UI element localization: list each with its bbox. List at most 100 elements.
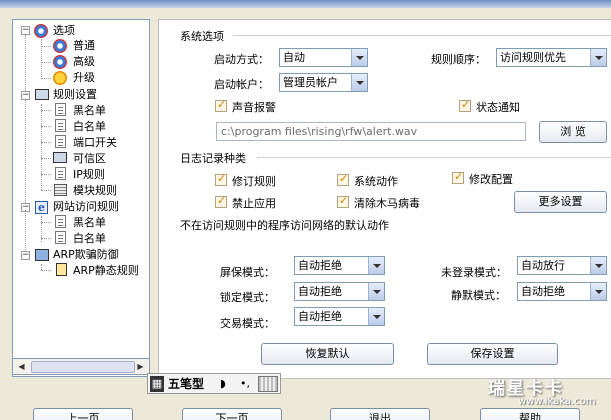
prev-page-button[interactable]: 上一页 xyxy=(33,408,133,420)
dropdown-arrow-icon[interactable] xyxy=(590,257,606,274)
dropdown-arrow-icon[interactable] xyxy=(590,49,606,66)
tree-item-options[interactable]: 选项 xyxy=(53,23,75,38)
tree-item-advanced[interactable]: 高级 xyxy=(73,54,95,69)
punctuation-icon[interactable]: •, xyxy=(240,376,250,392)
not-logged-mode-label: 未登录模式： xyxy=(441,266,507,279)
log-revise-rule-label: 修订规则 xyxy=(232,175,276,188)
ie-icon: e xyxy=(35,201,48,214)
sound-alarm-checkbox[interactable] xyxy=(215,98,227,112)
tree-item-general[interactable]: 普通 xyxy=(73,38,95,53)
tree-item-trusted-zone[interactable]: 可信区 xyxy=(73,151,106,166)
options-icon xyxy=(34,24,48,38)
scroll-right-icon[interactable]: ▶ xyxy=(134,361,147,373)
rule-order-value: 访问规则优先 xyxy=(500,51,566,64)
start-mode-select[interactable]: 自动 xyxy=(279,48,368,67)
sound-alarm-label: 声音报警 xyxy=(232,101,276,114)
advanced-icon xyxy=(53,55,67,69)
tree-item-web-rules[interactable]: 网站访问规则 xyxy=(53,199,119,214)
blacklist-icon xyxy=(55,103,66,116)
arp-static-icon xyxy=(56,263,67,276)
rules-icon xyxy=(35,89,49,100)
tree-horizontal-scrollbar[interactable]: ◀ ▶ xyxy=(12,358,150,375)
log-block-app-checkbox[interactable] xyxy=(215,194,227,208)
web-blacklist-icon xyxy=(55,215,66,228)
start-account-select[interactable]: 管理员帐户 xyxy=(279,73,368,92)
trusted-zone-icon xyxy=(53,152,67,163)
ime-name[interactable]: 五笔型 xyxy=(168,376,204,392)
start-account-value: 管理员帐户 xyxy=(283,76,338,89)
not-logged-mode-value: 自动放行 xyxy=(521,259,565,272)
module-rule-icon xyxy=(54,184,67,196)
screensaver-mode-label: 屏保模式： xyxy=(220,266,275,279)
dropdown-arrow-icon[interactable] xyxy=(368,308,384,325)
silent-mode-select[interactable]: 自动拒绝 xyxy=(517,282,607,301)
tree-item-rules[interactable]: 规则设置 xyxy=(53,87,97,102)
start-account-label: 启动帐户： xyxy=(214,78,269,91)
options-tree[interactable]: − 选项 普通 高级 升级 − 规则设置 黑名单 白名单 端口开关 可信区 IP… xyxy=(12,19,150,377)
upgrade-icon xyxy=(53,71,67,85)
lock-mode-select[interactable]: 自动拒绝 xyxy=(294,282,385,301)
alarm-sound-path-input[interactable]: c:\program files\rising\rfw\alert.wav xyxy=(216,122,526,141)
dropdown-arrow-icon[interactable] xyxy=(351,49,367,66)
trade-mode-select[interactable]: 自动拒绝 xyxy=(294,307,385,326)
collapse-toggle[interactable]: − xyxy=(21,26,30,35)
log-clear-virus-checkbox[interactable] xyxy=(337,194,349,208)
window-top-bar xyxy=(0,0,611,8)
rule-order-select[interactable]: 访问规则优先 xyxy=(496,48,607,67)
dropdown-arrow-icon[interactable] xyxy=(590,283,606,300)
tree-item-ip-rule[interactable]: IP规则 xyxy=(73,167,105,182)
status-notify-checkbox[interactable] xyxy=(459,98,471,112)
start-mode-value: 自动 xyxy=(283,51,305,64)
lock-mode-label: 锁定模式： xyxy=(220,291,275,304)
default-action-title: 不在访问规则中的程序访问网络的默认动作 xyxy=(180,219,389,232)
arp-icon xyxy=(35,249,49,261)
system-options-title: 系统选项 xyxy=(180,30,224,43)
tree-item-web-blacklist[interactable]: 黑名单 xyxy=(73,215,106,230)
soft-keyboard-icon[interactable] xyxy=(258,376,278,392)
log-revise-rule-checkbox[interactable] xyxy=(215,172,227,186)
dropdown-arrow-icon[interactable] xyxy=(368,257,384,274)
status-notify-label: 状态通知 xyxy=(476,101,520,114)
ime-toolbar[interactable]: ▦ 五笔型 ◗ •, xyxy=(147,373,281,394)
not-logged-mode-select[interactable]: 自动放行 xyxy=(517,256,607,275)
screensaver-mode-value: 自动拒绝 xyxy=(298,259,342,272)
log-system-action-checkbox[interactable] xyxy=(337,172,349,186)
tree-item-upgrade[interactable]: 升级 xyxy=(73,70,95,85)
log-modify-config-label: 修改配置 xyxy=(469,173,513,186)
save-settings-button[interactable]: 保存设置 xyxy=(427,343,558,365)
collapse-toggle[interactable]: − xyxy=(21,251,30,260)
next-page-button[interactable]: 下一页 xyxy=(182,408,282,420)
whitelist-icon xyxy=(55,119,66,132)
silent-mode-value: 自动拒绝 xyxy=(521,285,565,298)
scroll-left-icon[interactable]: ◀ xyxy=(15,361,28,373)
watermark-url: www.ikaka.com xyxy=(518,396,596,407)
tree-item-whitelist[interactable]: 白名单 xyxy=(73,119,106,134)
exit-button[interactable]: 退出 xyxy=(330,408,430,420)
browse-button[interactable]: 浏 览 xyxy=(539,121,607,143)
dropdown-arrow-icon[interactable] xyxy=(368,283,384,300)
tree-item-blacklist[interactable]: 黑名单 xyxy=(73,103,106,118)
lock-mode-value: 自动拒绝 xyxy=(298,285,342,298)
collapse-toggle[interactable]: − xyxy=(21,91,30,100)
log-system-action-label: 系统动作 xyxy=(354,175,398,188)
scroll-thumb[interactable] xyxy=(31,361,135,373)
restore-defaults-button[interactable]: 恢复默认 xyxy=(261,343,394,365)
log-block-app-label: 禁止应用 xyxy=(232,197,276,210)
tree-item-web-whitelist[interactable]: 白名单 xyxy=(73,231,106,246)
half-width-icon[interactable]: ◗ xyxy=(220,376,226,392)
log-modify-config-checkbox[interactable] xyxy=(452,170,464,184)
screensaver-mode-select[interactable]: 自动拒绝 xyxy=(294,256,385,275)
more-settings-button[interactable]: 更多设置 xyxy=(514,191,607,213)
tree-item-arp-static[interactable]: ARP静态规则 xyxy=(73,263,139,278)
log-types-title: 日志记录种类 xyxy=(180,152,246,165)
settings-panel: 系统选项 启动方式： 自动 规则顺序： 访问规则优先 启动帐户： 管理员帐户 声… xyxy=(158,19,611,379)
general-icon xyxy=(53,39,67,53)
ime-logo-icon[interactable]: ▦ xyxy=(150,376,164,392)
tree-item-arp[interactable]: ARP欺骗防御 xyxy=(53,247,119,262)
trade-mode-value: 自动拒绝 xyxy=(298,310,342,323)
log-clear-virus-label: 清除木马病毒 xyxy=(354,197,420,210)
dropdown-arrow-icon[interactable] xyxy=(351,74,367,91)
tree-item-module-rule[interactable]: 模块规则 xyxy=(73,183,117,198)
tree-item-port-switch[interactable]: 端口开关 xyxy=(73,135,117,150)
trade-mode-label: 交易模式： xyxy=(220,317,275,330)
